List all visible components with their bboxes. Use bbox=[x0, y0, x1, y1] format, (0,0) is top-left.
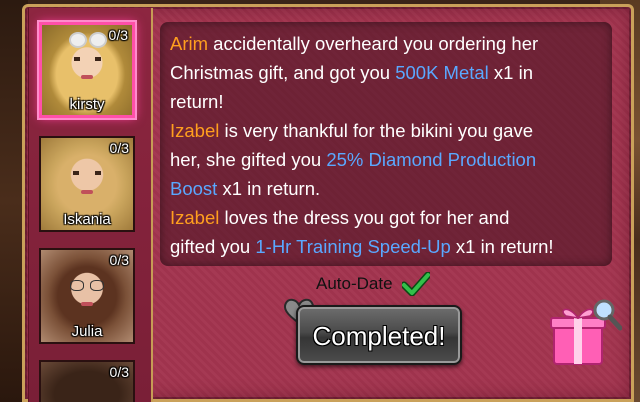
gift-icon[interactable] bbox=[548, 298, 622, 368]
date-count: 0/3 bbox=[109, 252, 129, 268]
reward-item: 25% Diamond Production bbox=[326, 149, 537, 170]
sunglasses-icon bbox=[69, 32, 107, 49]
gift-message-box: Arim accidentally overheard you ordering… bbox=[160, 22, 612, 266]
reward-item: 1-Hr Training Speed-Up bbox=[255, 236, 451, 257]
date-count: 0/3 bbox=[109, 140, 129, 156]
glasses-icon bbox=[70, 280, 104, 292]
gift-message-1: Arim accidentally overheard you ordering… bbox=[170, 33, 539, 112]
portrait-name: kirsty bbox=[69, 96, 105, 113]
completed-button[interactable]: Completed! bbox=[296, 305, 462, 365]
gift-message-3: Izabel loves the dress you got for her a… bbox=[170, 207, 554, 257]
character-name: Arim bbox=[170, 33, 209, 54]
gift-message-2: Izabel is very thankful for the bikini y… bbox=[170, 120, 537, 199]
character-name: Izabel bbox=[170, 120, 220, 141]
portrait-card-kirsty[interactable]: 0/3 kirsty bbox=[39, 22, 135, 118]
portrait-list[interactable]: 0/3 kirsty 0/3 Iskania 0/3 Julia 0/3 bbox=[28, 8, 153, 402]
reward-item: 500K Metal bbox=[395, 62, 489, 83]
character-name: Izabel bbox=[170, 207, 220, 228]
portrait-card-iskania[interactable]: 0/3 Iskania bbox=[39, 136, 135, 232]
date-count: 0/3 bbox=[109, 364, 129, 380]
portrait-card-julia[interactable]: 0/3 Julia bbox=[39, 248, 135, 344]
portrait-card-4[interactable]: 0/3 bbox=[39, 360, 135, 402]
check-icon[interactable] bbox=[402, 272, 430, 296]
auto-date-label[interactable]: Auto-Date bbox=[316, 274, 393, 296]
reward-item: Boost bbox=[170, 178, 218, 199]
date-count: 0/3 bbox=[108, 27, 128, 43]
portrait-name: Julia bbox=[71, 323, 103, 340]
portrait-name: Iskania bbox=[63, 211, 111, 228]
